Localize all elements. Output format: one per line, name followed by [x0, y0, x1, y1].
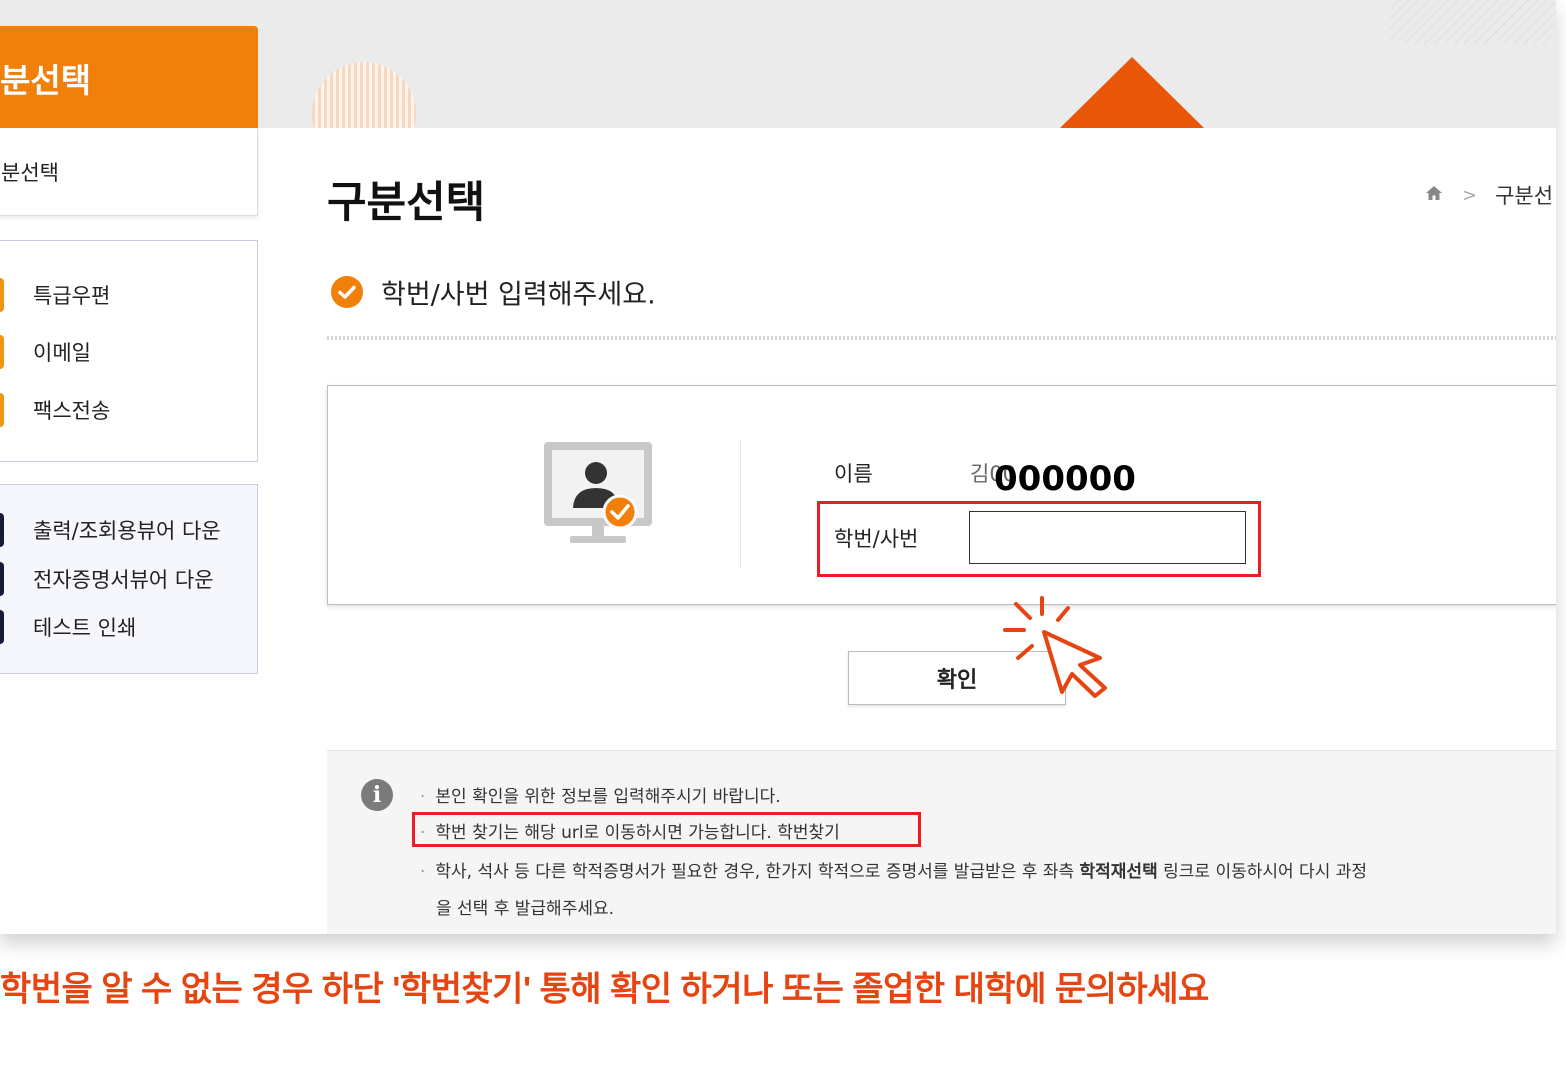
- sidebar-item-category[interactable]: 분선택: [0, 128, 258, 216]
- check-circle-icon: [331, 276, 363, 308]
- page-title: 구분선택: [327, 178, 486, 228]
- sidebar-item-label: 분선택: [1, 161, 59, 185]
- menu-marker: [0, 513, 4, 547]
- menu-marker: [0, 335, 4, 369]
- menu-item-label: 전자증명서뷰어 다운: [33, 568, 214, 592]
- breadcrumb: > 구분선: [1424, 180, 1553, 210]
- notice-text: 학사, 석사 등 다른 학적증명서가 필요한 경우, 한가지 학적으로 증명서를…: [435, 862, 1075, 882]
- notice-line: · 학사, 석사 등 다른 학적증명서가 필요한 경우, 한가지 학적으로 증명서…: [420, 862, 1368, 882]
- app-window: 분선택 분선택 특급우편 이메일 팩스전송 출력/조회용뷰어 다운 전자증명서뷰…: [0, 0, 1556, 934]
- notice-text: 을 선택 후 발급해주세요.: [436, 899, 615, 919]
- notice-line: 을 선택 후 발급해주세요.: [436, 894, 614, 919]
- home-icon[interactable]: [1424, 183, 1444, 207]
- menu-item-label: 출력/조회용뷰어 다운: [33, 519, 221, 543]
- input-prompt: 학번/사번 입력해주세요.: [381, 279, 656, 311]
- menu-marker: [0, 562, 4, 596]
- menu-item-label: 이메일: [33, 341, 91, 365]
- form-divider: [740, 440, 741, 568]
- sidebar-title: 분선택: [0, 61, 92, 100]
- info-icon: i: [361, 779, 393, 811]
- student-id-input[interactable]: [969, 511, 1246, 564]
- chevron-right-icon: >: [1462, 184, 1478, 206]
- pointer-cursor-icon: [1000, 592, 1112, 706]
- student-id-label: 학번/사번: [834, 527, 919, 551]
- instruction-caption: 학번을 알 수 없는 경우 하단 '학번찾기' 통해 확인 하거나 또는 졸업한…: [0, 970, 1209, 1009]
- menu-marker: [0, 610, 4, 644]
- sidebar-header: 분선택: [0, 26, 258, 128]
- notice-line: · 본인 확인을 위한 정보를 입력해주시기 바랍니다.: [420, 787, 781, 807]
- breadcrumb-current[interactable]: 구분선: [1495, 180, 1553, 210]
- reselect-link[interactable]: 학적재선택: [1080, 862, 1158, 882]
- menu-marker: [0, 278, 4, 312]
- highlight-box: [412, 812, 921, 847]
- name-label: 이름: [834, 462, 873, 486]
- menu-item-label: 팩스전송: [33, 399, 111, 423]
- menu-item-label: 테스트 인쇄: [33, 616, 137, 640]
- download-menu: 출력/조회용뷰어 다운 전자증명서뷰어 다운 테스트 인쇄: [0, 484, 258, 674]
- decorative-stripes: [1390, 0, 1556, 44]
- notice-text: 링크로 이동하시어 다시 과정: [1163, 862, 1368, 882]
- student-number-overlay: 000000: [994, 459, 1136, 499]
- decorative-triangle: [1060, 57, 1204, 128]
- menu-marker: [0, 393, 4, 427]
- decorative-circle: [312, 62, 416, 128]
- user-monitor-icon: [540, 440, 658, 552]
- dotted-divider: [327, 336, 1556, 340]
- notice-text: 본인 확인을 위한 정보를 입력해주시기 바랍니다.: [435, 787, 781, 807]
- menu-item-label: 특급우편: [33, 284, 111, 308]
- delivery-menu: 특급우편 이메일 팩스전송: [0, 240, 258, 462]
